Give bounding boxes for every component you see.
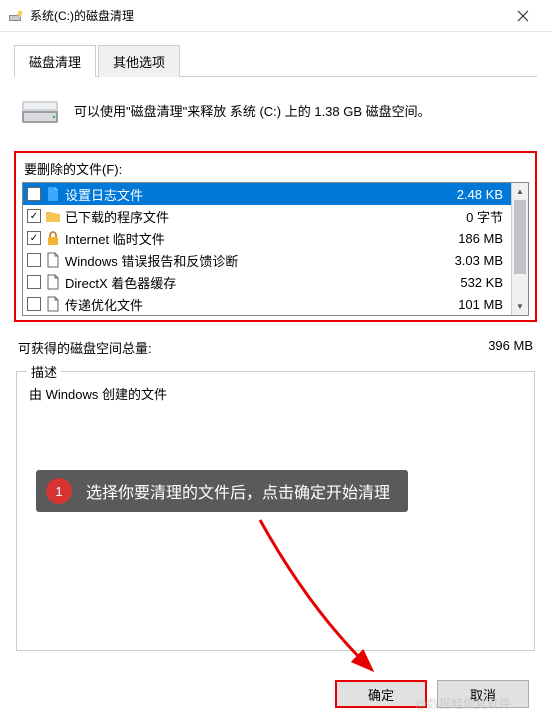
file-checkbox[interactable] (27, 253, 41, 267)
file-row[interactable]: 传递优化文件 101 MB (23, 293, 511, 315)
file-checkbox[interactable]: ✓ (27, 231, 41, 245)
tab-disk-cleanup[interactable]: 磁盘清理 (14, 45, 96, 77)
total-label: 可获得的磁盘空间总量: (18, 338, 152, 357)
disk-cleanup-icon (8, 8, 24, 24)
file-row[interactable]: Windows 错误报告和反馈诊断 3.03 MB (23, 249, 511, 271)
intro-row: 可以使用"磁盘清理"来释放 系统 (C:) 上的 1.38 GB 磁盘空间。 (14, 93, 537, 151)
total-value: 396 MB (488, 338, 533, 357)
scroll-up-button[interactable]: ▲ (512, 183, 528, 200)
file-type-icon (45, 274, 61, 290)
file-label: Internet 临时文件 (65, 229, 454, 248)
file-size: 3.03 MB (455, 253, 507, 268)
file-type-icon (45, 230, 61, 246)
cancel-button[interactable]: 取消 (437, 680, 529, 708)
file-checkbox[interactable] (27, 275, 41, 289)
files-label: 要删除的文件(F): (22, 159, 529, 178)
file-list-body[interactable]: 设置日志文件 2.48 KB ✓ 已下载的程序文件0 字节 ✓ Internet 临时文件… (23, 183, 511, 315)
file-checkbox[interactable] (27, 297, 41, 311)
dialog-content: 磁盘清理 其他选项 可以使用"磁盘清理"来释放 系统 (C:) 上的 1.38 … (0, 32, 551, 651)
ok-button[interactable]: 确定 (335, 680, 427, 708)
scroll-track[interactable] (512, 200, 528, 298)
file-label: Windows 错误报告和反馈诊断 (65, 251, 451, 270)
tab-strip: 磁盘清理 其他选项 (14, 44, 537, 77)
file-type-icon (45, 296, 61, 312)
annotation-number: 1 (46, 478, 72, 504)
file-row[interactable]: ✓ 已下载的程序文件0 字节 (23, 205, 511, 227)
file-row[interactable]: DirectX 着色器缓存 532 KB (23, 271, 511, 293)
file-size: 186 MB (458, 231, 507, 246)
annotation-callout: 1 选择你要清理的文件后，点击确定开始清理 (36, 470, 408, 512)
scroll-thumb[interactable] (514, 200, 526, 274)
titlebar: 系统(C:)的磁盘清理 (0, 0, 551, 32)
file-size: 101 MB (458, 297, 507, 312)
file-size: 532 KB (460, 275, 507, 290)
file-label: 设置日志文件 (65, 185, 453, 204)
file-label: 传递优化文件 (65, 295, 454, 314)
file-row[interactable]: 设置日志文件 2.48 KB (23, 183, 511, 205)
description-legend: 描述 (27, 362, 61, 381)
file-size: 0 字节 (466, 207, 507, 226)
scrollbar[interactable]: ▲ ▼ (511, 183, 528, 315)
dialog-buttons: 确定 取消 (335, 680, 529, 708)
file-type-icon (45, 252, 61, 268)
annotation-text: 选择你要清理的文件后，点击确定开始清理 (86, 479, 390, 503)
drive-icon (20, 97, 60, 127)
file-type-icon (45, 186, 61, 202)
close-button[interactable] (503, 0, 543, 32)
files-section-highlight: 要删除的文件(F): 设置日志文件 2.48 KB ✓ 已下载的程序文件0 字节 ✓ In… (14, 151, 537, 322)
file-list: 设置日志文件 2.48 KB ✓ 已下载的程序文件0 字节 ✓ Internet 临时文件… (22, 182, 529, 316)
close-icon (517, 10, 529, 22)
intro-text: 可以使用"磁盘清理"来释放 系统 (C:) 上的 1.38 GB 磁盘空间。 (74, 102, 431, 122)
file-size: 2.48 KB (457, 187, 507, 202)
description-text: 由 Windows 创建的文件 (29, 384, 522, 403)
total-row: 可获得的磁盘空间总量: 396 MB (14, 332, 537, 357)
file-label: DirectX 着色器缓存 (65, 273, 456, 292)
file-checkbox[interactable] (27, 187, 41, 201)
window-title: 系统(C:)的磁盘清理 (30, 7, 503, 24)
file-row[interactable]: ✓ Internet 临时文件 186 MB (23, 227, 511, 249)
file-checkbox[interactable]: ✓ (27, 209, 41, 223)
tab-other-options[interactable]: 其他选项 (98, 45, 180, 77)
file-label: 已下载的程序文件 (65, 207, 462, 226)
scroll-down-button[interactable]: ▼ (512, 298, 528, 315)
file-type-icon (45, 208, 61, 224)
